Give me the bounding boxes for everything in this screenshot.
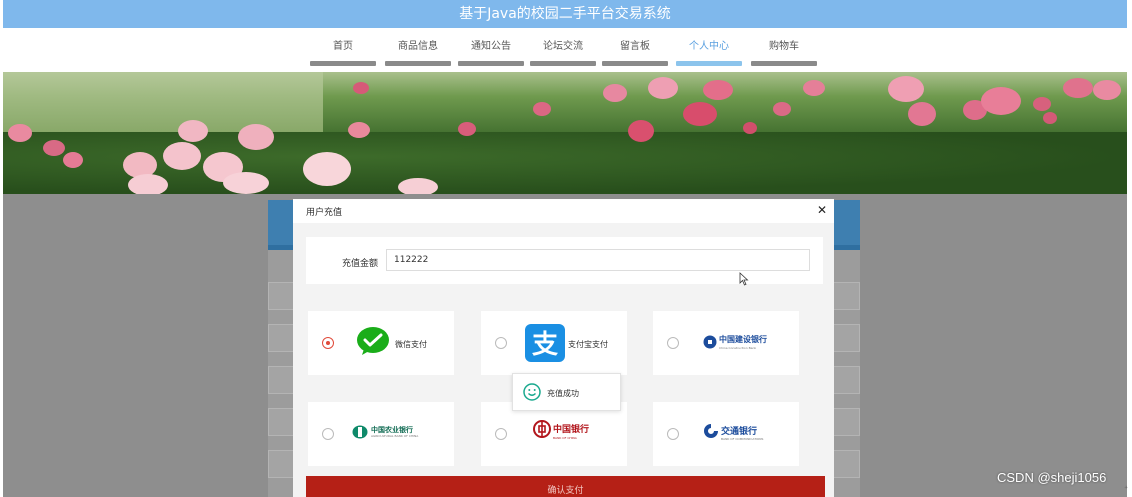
radio-boc[interactable] xyxy=(495,428,507,440)
dialog-title: 用户充值 xyxy=(306,208,343,218)
close-icon[interactable]: ✕ xyxy=(817,203,827,217)
nav-item-notices[interactable]: 通知公告 xyxy=(458,40,524,66)
nav-item-goods[interactable]: 商品信息 xyxy=(385,40,451,66)
nav-item-label: 通知公告 xyxy=(471,41,511,52)
payment-option-boc[interactable]: 中国银行 BANK OF CHINA xyxy=(481,402,627,466)
nav-underline xyxy=(530,61,596,66)
peony-flower xyxy=(628,120,654,142)
payment-option-alipay[interactable]: 支 支付宝支付 xyxy=(481,311,627,375)
peony-flower xyxy=(163,142,201,170)
bank-english-name: BANK OF CHINA xyxy=(553,436,577,440)
nav-item-label: 购物车 xyxy=(769,41,799,52)
peony-flower xyxy=(303,152,351,186)
peony-flower xyxy=(43,140,65,156)
amount-label: 充值金额 xyxy=(342,259,379,269)
nav-item-label: 商品信息 xyxy=(398,41,438,52)
peony-flower xyxy=(888,76,924,102)
radio-ccb[interactable] xyxy=(667,337,679,349)
nav-item-cart[interactable]: 购物车 xyxy=(751,40,817,66)
nav-item-home[interactable]: 首页 xyxy=(310,40,376,66)
nav-underline xyxy=(310,61,376,66)
bank-name: 中国银行 xyxy=(553,425,590,435)
payment-option-wechat[interactable]: 微信支付 xyxy=(308,311,454,375)
nav-underline xyxy=(458,61,524,66)
payment-option-bocom[interactable]: 交通银行 BANK OF COMMUNICATIONS xyxy=(653,402,799,466)
alipay-icon: 支 xyxy=(525,324,565,362)
peony-flower xyxy=(533,102,551,116)
peony-flower xyxy=(178,120,208,142)
peony-flower xyxy=(1043,112,1057,124)
toast-message: 充值成功 xyxy=(547,389,579,398)
payment-option-ccb[interactable]: 中国建设银行 China Construction Bank xyxy=(653,311,799,375)
boc-logo xyxy=(533,420,551,438)
peony-flower xyxy=(63,152,83,168)
main-nav: 首页 商品信息 通知公告 论坛交流 留言板 个人中心 购物车 xyxy=(3,28,1127,72)
smile-icon xyxy=(523,383,541,401)
recharge-dialog: 用户充值 ✕ 充值金额 112222 微信支付 支 支付宝支付 中国建设银行 C… xyxy=(293,199,834,497)
peony-flower xyxy=(458,122,476,136)
nav-item-messages[interactable]: 留言板 xyxy=(602,40,668,66)
radio-wechat[interactable] xyxy=(322,337,334,349)
bank-english-name: BANK OF COMMUNICATIONS xyxy=(721,437,764,441)
peony-flower xyxy=(353,82,369,94)
peony-flower xyxy=(1063,78,1093,98)
abc-logo xyxy=(352,425,368,439)
peony-flower xyxy=(223,172,269,194)
mouse-pointer-icon xyxy=(739,272,749,286)
peony-flower xyxy=(398,178,438,194)
peony-flower xyxy=(773,102,791,116)
payment-option-abc[interactable]: 中国农业银行 AGRICULTURAL BANK OF CHINA xyxy=(308,402,454,466)
site-title: 基于Java的校园二手平台交易系统 xyxy=(3,0,1127,28)
csdn-watermark: CSDN @sheji1056 xyxy=(997,470,1107,485)
resize-mark: ⁺ xyxy=(1124,484,1129,493)
nav-underline xyxy=(676,61,742,66)
ccb-logo xyxy=(703,335,717,349)
nav-item-label: 论坛交流 xyxy=(543,41,583,52)
peony-flower xyxy=(1033,97,1051,111)
peony-flower xyxy=(8,124,32,142)
nav-underline xyxy=(751,61,817,66)
confirm-payment-button[interactable]: 确认支付 xyxy=(306,476,825,497)
nav-item-forum[interactable]: 论坛交流 xyxy=(530,40,596,66)
peony-flower xyxy=(603,84,627,102)
peony-flower xyxy=(1093,80,1121,100)
bank-english-name: China Construction Bank xyxy=(719,346,757,350)
payment-label: 支付宝支付 xyxy=(568,340,608,349)
radio-bocom[interactable] xyxy=(667,428,679,440)
browser-viewport: 基于Java的校园二手平台交易系统 首页 商品信息 通知公告 论坛交流 留言板 … xyxy=(3,0,1127,497)
bank-english-name: AGRICULTURAL BANK OF CHINA xyxy=(371,434,419,438)
nav-underline xyxy=(385,61,451,66)
peony-flower xyxy=(908,102,936,126)
bocom-logo xyxy=(704,424,718,438)
peony-flower xyxy=(128,174,168,194)
peony-flower xyxy=(683,102,717,126)
banner-image xyxy=(3,72,1127,194)
peony-flower xyxy=(803,80,825,96)
peony-flower xyxy=(743,122,757,134)
peony-flower xyxy=(348,122,370,138)
radio-abc[interactable] xyxy=(322,428,334,440)
peony-flower xyxy=(238,124,274,150)
peony-flower xyxy=(981,87,1021,115)
nav-item-label: 个人中心 xyxy=(689,41,729,52)
radio-alipay[interactable] xyxy=(495,337,507,349)
nav-underline xyxy=(602,61,668,66)
success-toast: 充值成功 xyxy=(512,373,621,411)
nav-item-label: 首页 xyxy=(333,41,353,52)
svg-text:支: 支 xyxy=(532,330,558,360)
nav-item-personal-center[interactable]: 个人中心 xyxy=(676,40,742,66)
peony-flower xyxy=(703,80,733,100)
bank-name: 交通银行 xyxy=(721,427,758,437)
peony-flower xyxy=(648,77,678,99)
payment-label: 微信支付 xyxy=(395,340,427,349)
nav-item-label: 留言板 xyxy=(620,41,650,52)
amount-input[interactable]: 112222 xyxy=(386,249,810,271)
dialog-header: 用户充值 ✕ xyxy=(293,199,834,223)
wechat-pay-icon xyxy=(357,327,389,355)
bank-name: 中国建设银行 xyxy=(719,335,767,344)
